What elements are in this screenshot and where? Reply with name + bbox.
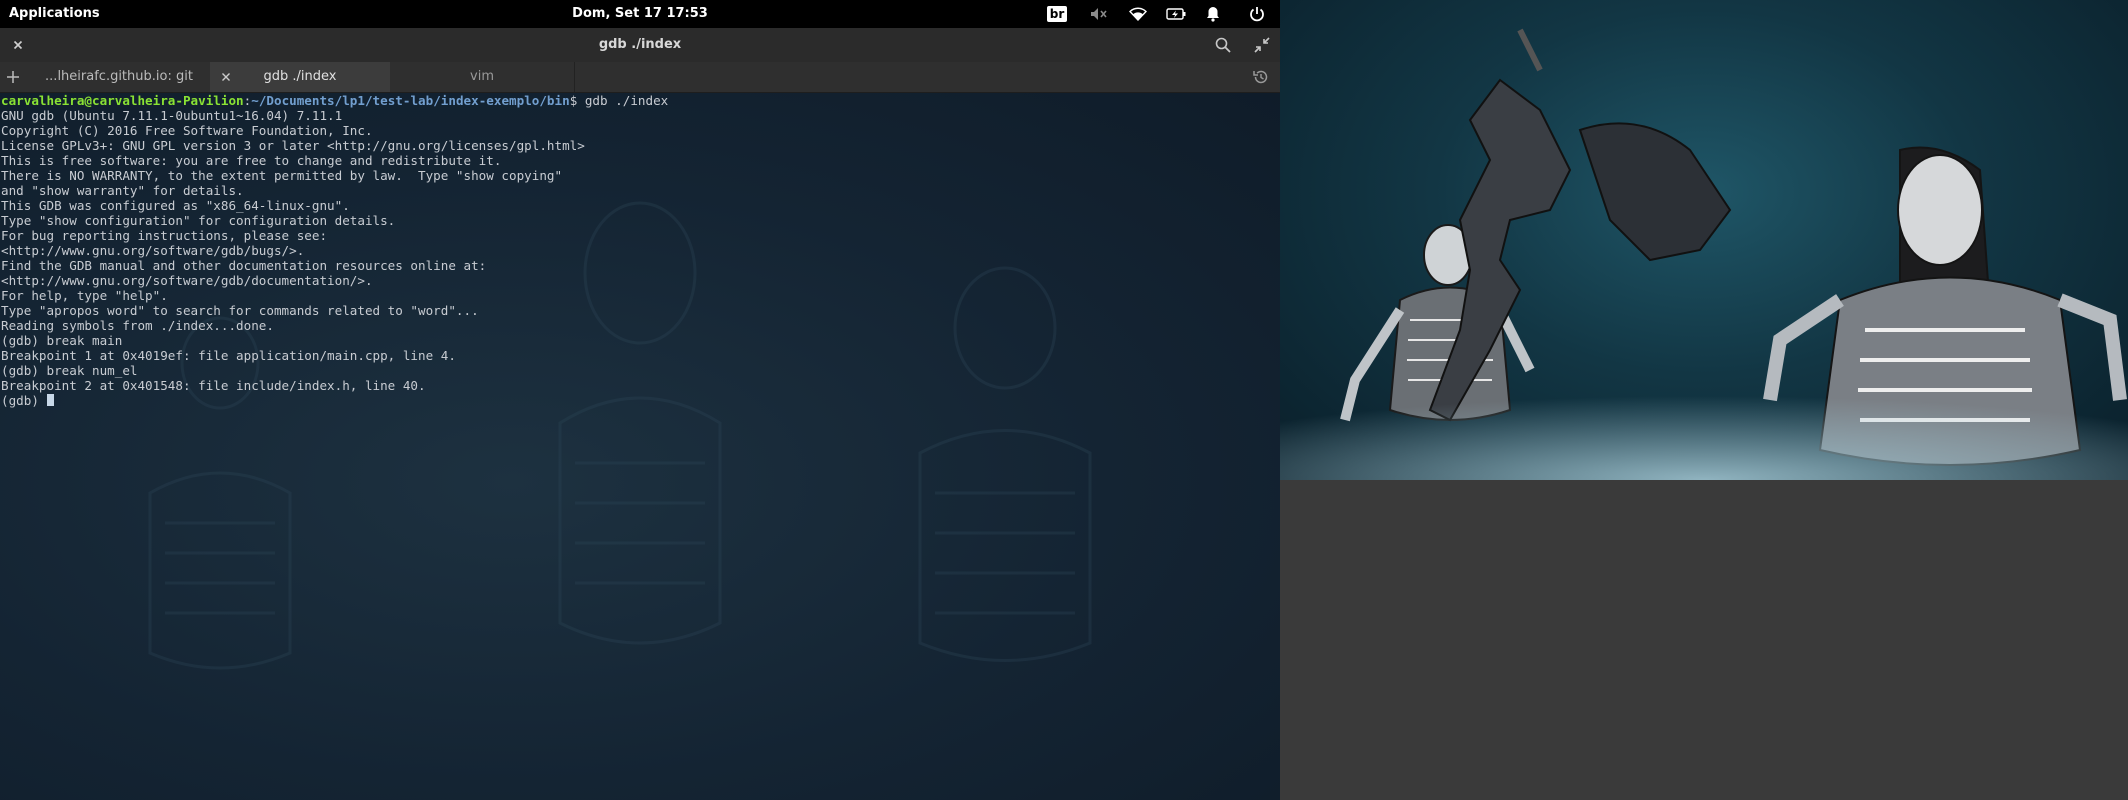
skeleton-warriors-artwork xyxy=(1280,28,2128,480)
tab-git[interactable]: ...lheirafc.github.io: git xyxy=(28,62,211,92)
tab-bar: ...lheirafc.github.io: git gdb ./index v… xyxy=(0,62,1280,93)
tab-label: gdb ./index xyxy=(263,69,337,84)
output-line: Breakpoint 2 at 0x401548: file include/i… xyxy=(1,378,426,393)
output-line: Find the GDB manual and other documentat… xyxy=(1,258,487,273)
output-line: Type "apropos word" to search for comman… xyxy=(1,303,479,318)
output-line: This is free software: you are free to c… xyxy=(1,153,502,168)
text-cursor xyxy=(46,394,54,406)
top-panel: Applications Dom, Set 17 17:53 br xyxy=(0,0,1280,28)
output-line: and "show warranty" for details. xyxy=(1,183,244,198)
wifi-icon[interactable] xyxy=(1126,0,1150,28)
keyboard-layout-indicator[interactable]: br xyxy=(1046,0,1068,28)
prompt-user: carvalheira@carvalheira-Pavilion xyxy=(1,93,244,108)
history-icon[interactable] xyxy=(1252,68,1270,86)
current-prompt: (gdb) xyxy=(1,393,47,408)
terminal-output: carvalheira@carvalheira-Pavilion:~/Docum… xyxy=(1,93,669,408)
clock[interactable]: Dom, Set 17 17:53 xyxy=(572,6,708,21)
tab-label: ...lheirafc.github.io: git xyxy=(45,69,193,84)
output-line: <http://www.gnu.org/software/gdb/documen… xyxy=(1,273,373,288)
desktop-background xyxy=(1280,480,2128,800)
desktop-wallpaper xyxy=(1280,0,2128,480)
output-line: Reading symbols from ./index...done. xyxy=(1,318,274,333)
prompt-command: $ gdb ./index xyxy=(569,93,669,108)
output-line: License GPLv3+: GNU GPL version 3 or lat… xyxy=(1,138,585,153)
output-line: (gdb) break num_el xyxy=(1,363,138,378)
output-line: This GDB was configured as "x86_64-linux… xyxy=(1,198,350,213)
battery-icon[interactable] xyxy=(1164,0,1188,28)
output-line: Type "show configuration" for configurat… xyxy=(1,213,396,228)
notification-bell-icon[interactable] xyxy=(1202,0,1224,28)
tab-vim[interactable]: vim xyxy=(390,62,575,92)
tab-gdb[interactable]: gdb ./index xyxy=(210,62,391,92)
new-tab-plus-icon[interactable] xyxy=(4,68,22,86)
tab-label: vim xyxy=(470,69,494,84)
output-line: (gdb) break main xyxy=(1,333,123,348)
keyboard-layout-label: br xyxy=(1046,6,1068,22)
output-line: There is NO WARRANTY, to the extent perm… xyxy=(1,168,563,183)
volume-muted-icon[interactable] xyxy=(1088,0,1110,28)
search-icon[interactable] xyxy=(1214,36,1232,54)
power-icon[interactable] xyxy=(1245,0,1269,28)
terminal-content[interactable]: carvalheira@carvalheira-Pavilion:~/Docum… xyxy=(0,93,1280,800)
output-line: GNU gdb (Ubuntu 7.11.1-0ubuntu1~16.04) 7… xyxy=(1,108,343,123)
window-titlebar[interactable]: gdb ./index xyxy=(0,28,1280,62)
output-line: Copyright (C) 2016 Free Software Foundat… xyxy=(1,123,373,138)
unmaximize-icon[interactable] xyxy=(1253,36,1271,54)
prompt-path: ~/Documents/lp1/test-lab/index-exemplo/b… xyxy=(251,93,570,108)
applications-menu[interactable]: Applications xyxy=(9,6,100,21)
terminal-window: gdb ./index ...lheirafc.github.io: git g… xyxy=(0,28,1280,800)
close-icon[interactable] xyxy=(10,37,26,53)
output-line: For bug reporting instructions, please s… xyxy=(1,228,328,243)
output-line: <http://www.gnu.org/software/gdb/bugs/>. xyxy=(1,243,305,258)
output-line: Breakpoint 1 at 0x4019ef: file applicati… xyxy=(1,348,456,363)
output-line: For help, type "help". xyxy=(1,288,168,303)
window-title: gdb ./index xyxy=(598,37,682,52)
